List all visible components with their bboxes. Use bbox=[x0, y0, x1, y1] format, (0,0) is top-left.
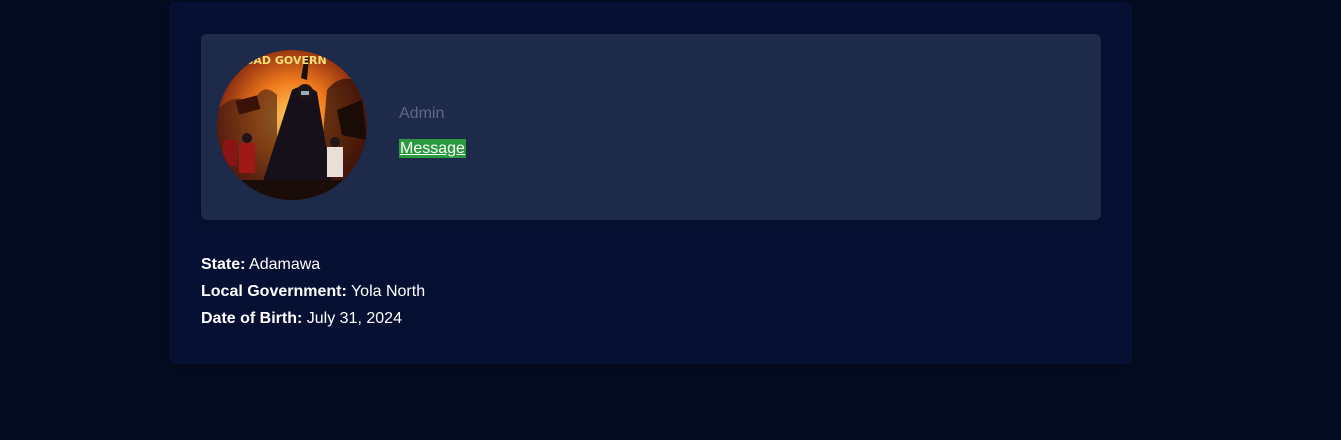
message-button[interactable]: Message bbox=[399, 139, 466, 158]
date-of-birth-label: Date of Birth: bbox=[201, 310, 303, 327]
local-government-label: Local Government: bbox=[201, 283, 347, 300]
page: BAD GOVERN Admin Message State: Adamawa … bbox=[0, 0, 1341, 440]
local-government-value: Yola North bbox=[350, 283, 426, 300]
profile-card: BAD GOVERN Admin Message State: Adamawa … bbox=[169, 2, 1132, 364]
avatar-image: BAD GOVERN bbox=[217, 50, 367, 200]
avatar-poster-text: BAD GOVERN bbox=[245, 54, 327, 67]
user-role: Admin bbox=[399, 105, 445, 122]
state-label: State: bbox=[201, 256, 246, 273]
profile-header: BAD GOVERN Admin Message bbox=[201, 34, 1101, 220]
avatar: BAD GOVERN bbox=[217, 50, 367, 200]
detail-row-local-government: Local Government: Yola North bbox=[201, 278, 1081, 305]
date-of-birth-value: July 31, 2024 bbox=[306, 310, 402, 327]
profile-details: State: Adamawa Local Government: Yola No… bbox=[201, 251, 1081, 332]
detail-row-state: State: Adamawa bbox=[201, 251, 1081, 278]
detail-row-date-of-birth: Date of Birth: July 31, 2024 bbox=[201, 305, 1081, 332]
state-value: Adamawa bbox=[249, 256, 321, 273]
